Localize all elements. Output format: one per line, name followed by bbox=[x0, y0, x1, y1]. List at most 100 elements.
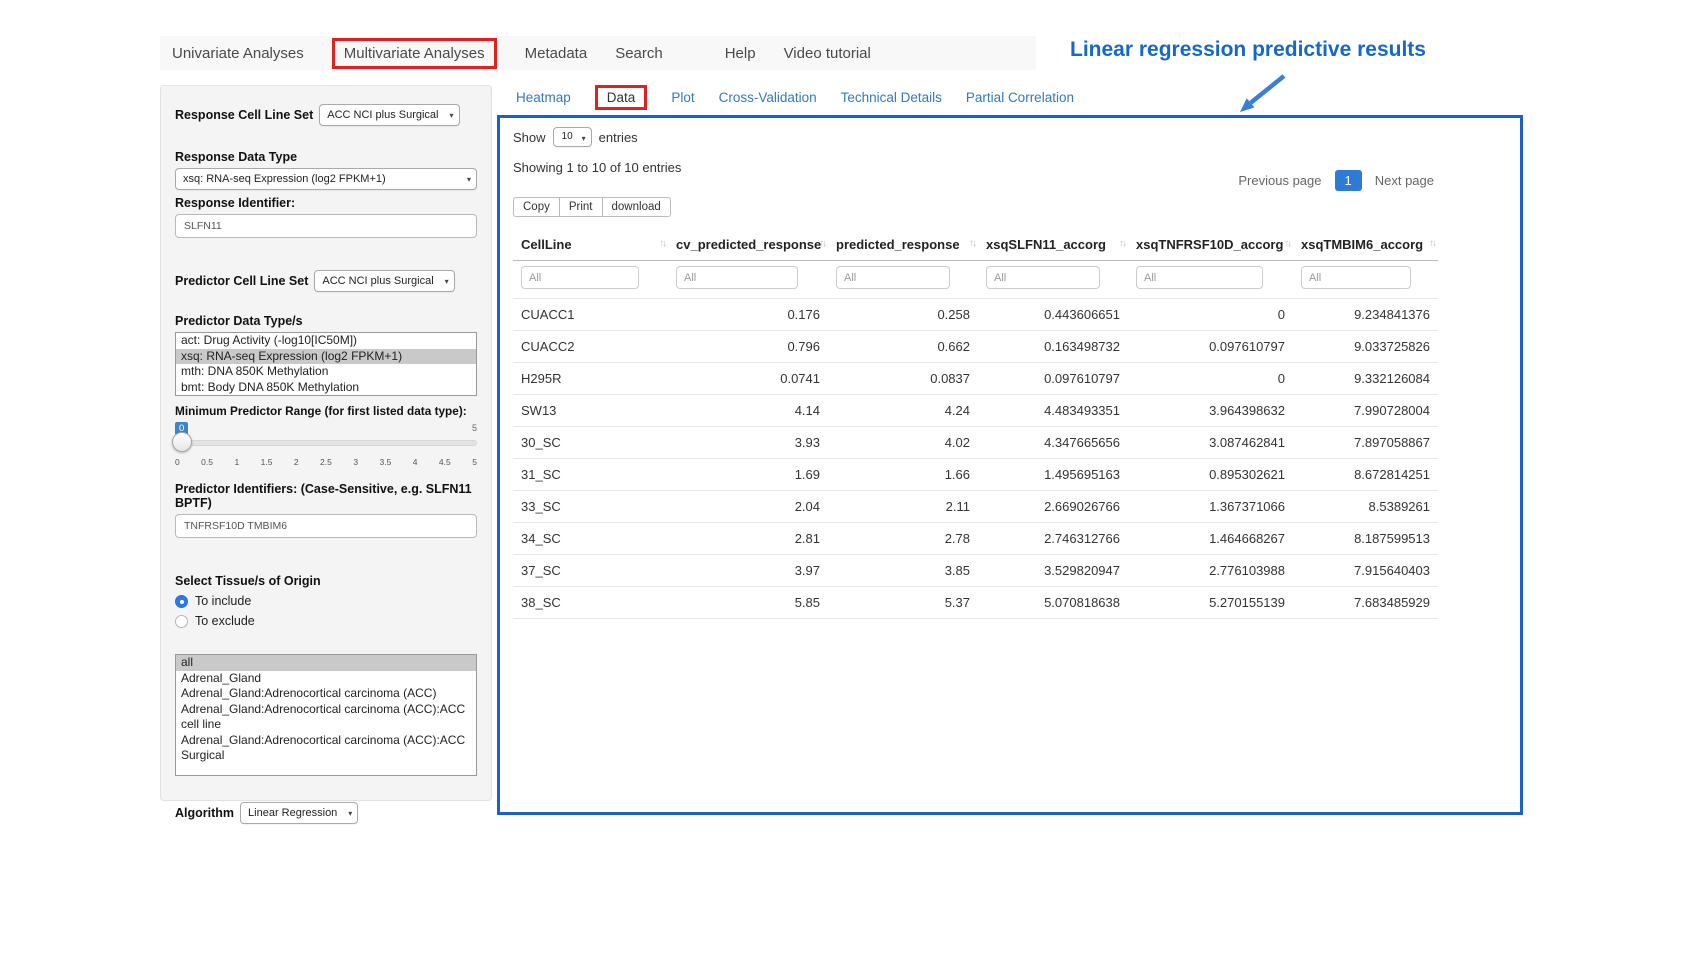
tissue-origin-listbox[interactable]: allAdrenal_GlandAdrenal_Gland:Adrenocort… bbox=[175, 654, 477, 776]
sort-icon[interactable]: ↑↓ bbox=[1119, 238, 1125, 249]
nav-item-multivariate-analyses[interactable]: Multivariate Analyses bbox=[332, 38, 497, 69]
column-header-cv-predicted-response[interactable]: cv_predicted_response↑↓ bbox=[668, 229, 828, 261]
value-cell: 2.78 bbox=[828, 523, 978, 555]
nav-item-help[interactable]: Help bbox=[725, 45, 756, 62]
cellline-cell: CUACC1 bbox=[513, 299, 668, 331]
slider-tick-label: 2 bbox=[294, 457, 299, 467]
sort-icon[interactable]: ↑↓ bbox=[819, 238, 825, 249]
column-label: xsqTMBIM6_accorg bbox=[1301, 237, 1423, 252]
min-predictor-range-slider[interactable]: 0 5 00.511.522.533.544.55 bbox=[175, 422, 477, 474]
value-cell: 3.93 bbox=[668, 427, 828, 459]
tab-cross-validation[interactable]: Cross-Validation bbox=[719, 90, 817, 105]
chevron-down-icon: ▾ bbox=[449, 109, 453, 123]
column-filter-input[interactable] bbox=[676, 266, 798, 289]
column-header-predicted-response[interactable]: predicted_response↑↓ bbox=[828, 229, 978, 261]
column-filter-input[interactable] bbox=[1301, 266, 1411, 289]
sort-icon[interactable]: ↑↓ bbox=[969, 238, 975, 249]
radio-checked-icon bbox=[175, 595, 188, 608]
value-cell: 1.495695163 bbox=[978, 459, 1128, 491]
chevron-down-icon: ▾ bbox=[582, 132, 586, 146]
column-label: xsqSLFN11_accorg bbox=[986, 237, 1106, 252]
cellline-cell: H295R bbox=[513, 363, 668, 395]
response-identifier-label: Response Identifier: bbox=[175, 196, 477, 210]
predictor-identifiers-input[interactable] bbox=[175, 514, 477, 538]
page-length-value: 10 bbox=[562, 131, 573, 142]
nav-item-metadata[interactable]: Metadata bbox=[525, 45, 588, 62]
response-data-type-select[interactable]: xsq: RNA-seq Expression (log2 FPKM+1) ▾ bbox=[175, 168, 477, 190]
listbox-option[interactable]: all bbox=[176, 655, 476, 671]
copy-button[interactable]: Copy bbox=[513, 197, 560, 217]
column-filter-input[interactable] bbox=[836, 266, 950, 289]
value-cell: 0 bbox=[1128, 299, 1293, 331]
algorithm-select[interactable]: Linear Regression ▾ bbox=[240, 802, 358, 824]
table-body: CUACC10.1760.2580.44360665109.234841376C… bbox=[513, 299, 1438, 619]
response-cell-line-set-select[interactable]: ACC NCI plus Surgical ▾ bbox=[319, 104, 459, 126]
listbox-option[interactable]: Adrenal_Gland bbox=[176, 671, 476, 687]
tissue-exclude-radio[interactable]: To exclude bbox=[175, 614, 477, 628]
algorithm-value: Linear Regression bbox=[248, 807, 337, 819]
value-cell: 2.746312766 bbox=[978, 523, 1128, 555]
cellline-cell: 31_SC bbox=[513, 459, 668, 491]
value-cell: 8.672814251 bbox=[1293, 459, 1438, 491]
next-page-button[interactable]: Next page bbox=[1375, 173, 1434, 188]
tab-partial-correlation[interactable]: Partial Correlation bbox=[966, 90, 1074, 105]
sort-icon[interactable]: ↑↓ bbox=[1284, 238, 1290, 249]
column-filter-input[interactable] bbox=[1136, 266, 1263, 289]
value-cell: 0.0837 bbox=[828, 363, 978, 395]
response-data-type-value: xsq: RNA-seq Expression (log2 FPKM+1) bbox=[183, 173, 386, 185]
value-cell: 3.85 bbox=[828, 555, 978, 587]
column-filter-input[interactable] bbox=[521, 266, 639, 289]
value-cell: 0 bbox=[1128, 363, 1293, 395]
column-filter-input[interactable] bbox=[986, 266, 1100, 289]
tab-technical-details[interactable]: Technical Details bbox=[841, 90, 942, 105]
response-cell-line-set-value: ACC NCI plus Surgical bbox=[327, 109, 438, 121]
value-cell: 1.69 bbox=[668, 459, 828, 491]
slider-tick-label: 5 bbox=[472, 457, 477, 467]
slider-handle[interactable] bbox=[172, 432, 192, 452]
cellline-cell: SW13 bbox=[513, 395, 668, 427]
print-button[interactable]: Print bbox=[559, 197, 603, 217]
download-button[interactable]: download bbox=[602, 197, 671, 217]
listbox-option[interactable]: Adrenal_Gland:Adrenocortical carcinoma (… bbox=[176, 702, 476, 733]
nav-item-univariate-analyses[interactable]: Univariate Analyses bbox=[172, 45, 304, 62]
top-nav: Univariate Analyses Multivariate Analyse… bbox=[172, 36, 871, 70]
listbox-option[interactable]: bmt: Body DNA 850K Methylation bbox=[176, 380, 476, 396]
nav-item-video-tutorial[interactable]: Video tutorial bbox=[784, 45, 871, 62]
value-cell: 0.176 bbox=[668, 299, 828, 331]
page-length-select[interactable]: 10 ▾ bbox=[553, 127, 592, 147]
sort-icon[interactable]: ↑↓ bbox=[1429, 238, 1435, 249]
table-filter-row bbox=[513, 261, 1438, 299]
table-row: CUACC20.7960.6620.1634987320.0976107979.… bbox=[513, 331, 1438, 363]
column-header-xsqtmbim6-accorg[interactable]: xsqTMBIM6_accorg ↑↓ bbox=[1293, 229, 1438, 261]
listbox-option[interactable]: xsq: RNA-seq Expression (log2 FPKM+1) bbox=[176, 349, 476, 365]
listbox-option[interactable]: act: Drug Activity (-log10[IC50M]) bbox=[176, 333, 476, 349]
value-cell: 2.81 bbox=[668, 523, 828, 555]
tab-heatmap[interactable]: Heatmap bbox=[516, 90, 571, 105]
column-header-xsqtnfrsf10d-accorg[interactable]: xsqTNFRSF10D_accorg↑↓ bbox=[1128, 229, 1293, 261]
response-identifier-input[interactable] bbox=[175, 214, 477, 238]
nav-item-search[interactable]: Search bbox=[615, 45, 663, 62]
cellline-cell: 38_SC bbox=[513, 587, 668, 619]
page-1-button[interactable]: 1 bbox=[1335, 170, 1362, 191]
column-header-cellline[interactable]: CellLine↑↓ bbox=[513, 229, 668, 261]
table-row: 37_SC3.973.853.5298209472.7761039887.915… bbox=[513, 555, 1438, 587]
column-label: xsqTNFRSF10D_accorg bbox=[1136, 237, 1283, 252]
tissue-include-radio[interactable]: To include bbox=[175, 594, 477, 608]
column-header-xsqslfn11-accorg[interactable]: xsqSLFN11_accorg ↑↓ bbox=[978, 229, 1128, 261]
predictor-cell-line-set-select[interactable]: ACC NCI plus Surgical ▾ bbox=[314, 270, 454, 292]
value-cell: 3.087462841 bbox=[1128, 427, 1293, 459]
predictor-cell-line-set-value: ACC NCI plus Surgical bbox=[322, 275, 433, 287]
listbox-option[interactable]: Adrenal_Gland:Adrenocortical carcinoma (… bbox=[176, 733, 476, 764]
predictor-data-types-listbox[interactable]: act: Drug Activity (-log10[IC50M])xsq: R… bbox=[175, 332, 477, 396]
tab-data[interactable]: Data bbox=[595, 85, 648, 110]
listbox-option[interactable]: Adrenal_Gland:Adrenocortical carcinoma (… bbox=[176, 686, 476, 702]
tab-plot[interactable]: Plot bbox=[671, 90, 694, 105]
cellline-cell: 30_SC bbox=[513, 427, 668, 459]
value-cell: 4.14 bbox=[668, 395, 828, 427]
listbox-option[interactable]: mth: DNA 850K Methylation bbox=[176, 364, 476, 380]
table-row: 31_SC1.691.661.4956951630.8953026218.672… bbox=[513, 459, 1438, 491]
control-sidebar: Response Cell Line Set ACC NCI plus Surg… bbox=[160, 85, 492, 801]
sort-icon[interactable]: ↑↓ bbox=[659, 238, 665, 249]
slider-track[interactable] bbox=[175, 440, 477, 446]
previous-page-button[interactable]: Previous page bbox=[1238, 173, 1321, 188]
